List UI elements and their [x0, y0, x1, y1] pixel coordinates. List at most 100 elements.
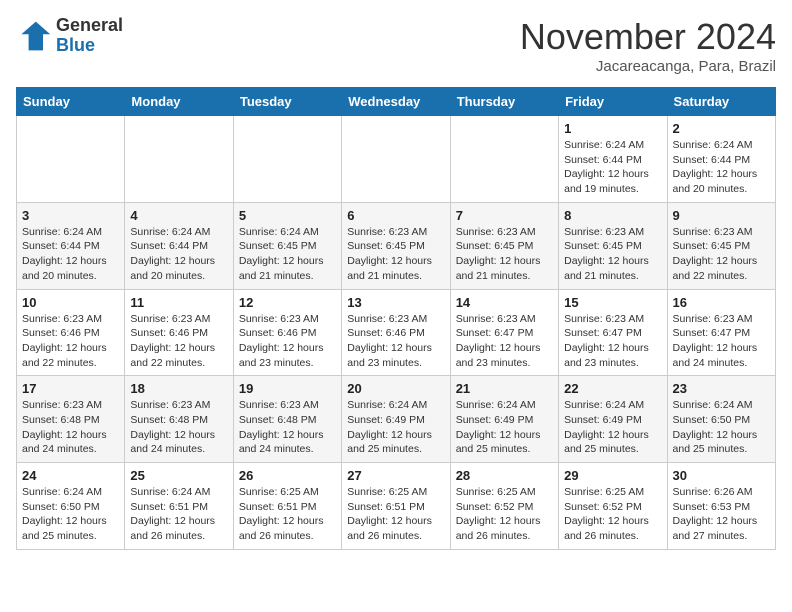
calendar-cell: 12Sunrise: 6:23 AM Sunset: 6:46 PM Dayli…	[233, 289, 341, 376]
day-info: Sunrise: 6:23 AM Sunset: 6:45 PM Dayligh…	[347, 225, 444, 284]
day-header-thursday: Thursday	[450, 88, 558, 116]
calendar-cell: 23Sunrise: 6:24 AM Sunset: 6:50 PM Dayli…	[667, 376, 775, 463]
day-number: 3	[22, 208, 119, 223]
day-number: 11	[130, 295, 227, 310]
day-header-tuesday: Tuesday	[233, 88, 341, 116]
day-header-wednesday: Wednesday	[342, 88, 450, 116]
day-info: Sunrise: 6:26 AM Sunset: 6:53 PM Dayligh…	[673, 485, 770, 544]
calendar-cell: 27 Sunrise: 6:25 AM Sunset: 6:51 PM Dayli…	[342, 463, 450, 550]
calendar-cell: 11 Sunrise: 6:23 AM Sunset: 6:46 PM Dayli…	[125, 289, 233, 376]
day-info: Sunrise: 6:23 AM Sunset: 6:46 PM Dayligh…	[22, 312, 119, 371]
day-info: Sunrise: 6:24 AM Sunset: 6:44 PM Dayligh…	[130, 225, 227, 284]
day-number: 24	[22, 468, 119, 483]
day-header-saturday: Saturday	[667, 88, 775, 116]
calendar-cell: 7 Sunrise: 6:23 AM Sunset: 6:45 PM Daylig…	[450, 202, 558, 289]
day-number: 27	[347, 468, 444, 483]
calendar-cell: 29Sunrise: 6:25 AM Sunset: 6:52 PM Dayli…	[559, 463, 667, 550]
calendar-cell: 30 Sunrise: 6:26 AM Sunset: 6:53 PM Dayli…	[667, 463, 775, 550]
day-number: 1	[564, 121, 661, 136]
day-number: 6	[347, 208, 444, 223]
day-number: 22	[564, 381, 661, 396]
calendar-cell: 28 Sunrise: 6:25 AM Sunset: 6:52 PM Dayli…	[450, 463, 558, 550]
calendar-cell: 20Sunrise: 6:24 AM Sunset: 6:49 PM Dayli…	[342, 376, 450, 463]
day-number: 4	[130, 208, 227, 223]
day-info: Sunrise: 6:23 AM Sunset: 6:47 PM Dayligh…	[564, 312, 661, 371]
calendar-cell	[342, 116, 450, 203]
day-info: Sunrise: 6:24 AM Sunset: 6:49 PM Dayligh…	[456, 398, 553, 457]
calendar-week-row: 3 Sunrise: 6:24 AM Sunset: 6:44 PM Daylig…	[17, 202, 776, 289]
month-title: November 2024	[520, 16, 776, 58]
calendar-cell: 25 Sunrise: 6:24 AM Sunset: 6:51 PM Dayli…	[125, 463, 233, 550]
day-number: 9	[673, 208, 770, 223]
logo-icon	[16, 18, 52, 54]
calendar-cell: 8 Sunrise: 6:23 AM Sunset: 6:45 PM Daylig…	[559, 202, 667, 289]
day-number: 8	[564, 208, 661, 223]
day-number: 29	[564, 468, 661, 483]
day-number: 17	[22, 381, 119, 396]
day-number: 21	[456, 381, 553, 396]
calendar-week-row: 17 Sunrise: 6:23 AM Sunset: 6:48 PM Dayli…	[17, 376, 776, 463]
calendar-cell	[125, 116, 233, 203]
day-info: Sunrise: 6:23 AM Sunset: 6:45 PM Dayligh…	[456, 225, 553, 284]
calendar-cell	[450, 116, 558, 203]
calendar-cell: 18 Sunrise: 6:23 AM Sunset: 6:48 PM Dayli…	[125, 376, 233, 463]
day-info: Sunrise: 6:24 AM Sunset: 6:44 PM Dayligh…	[22, 225, 119, 284]
day-info: Sunrise: 6:23 AM Sunset: 6:46 PM Dayligh…	[239, 312, 336, 371]
day-number: 30	[673, 468, 770, 483]
calendar-cell: 2Sunrise: 6:24 AM Sunset: 6:44 PM Daylig…	[667, 116, 775, 203]
day-number: 28	[456, 468, 553, 483]
calendar-cell: 19Sunrise: 6:23 AM Sunset: 6:48 PM Dayli…	[233, 376, 341, 463]
day-number: 14	[456, 295, 553, 310]
calendar-cell: 6 Sunrise: 6:23 AM Sunset: 6:45 PM Daylig…	[342, 202, 450, 289]
calendar-table: SundayMondayTuesdayWednesdayThursdayFrid…	[16, 87, 776, 550]
day-number: 16	[673, 295, 770, 310]
logo-text: General Blue	[56, 16, 123, 56]
day-info: Sunrise: 6:23 AM Sunset: 6:47 PM Dayligh…	[456, 312, 553, 371]
calendar-week-row: 1 Sunrise: 6:24 AM Sunset: 6:44 PM Daylig…	[17, 116, 776, 203]
calendar-cell: 10Sunrise: 6:23 AM Sunset: 6:46 PM Dayli…	[17, 289, 125, 376]
day-info: Sunrise: 6:23 AM Sunset: 6:47 PM Dayligh…	[673, 312, 770, 371]
day-info: Sunrise: 6:24 AM Sunset: 6:49 PM Dayligh…	[347, 398, 444, 457]
calendar-cell	[233, 116, 341, 203]
day-number: 18	[130, 381, 227, 396]
title-block: November 2024 Jacareacanga, Para, Brazil	[520, 16, 776, 75]
day-info: Sunrise: 6:25 AM Sunset: 6:52 PM Dayligh…	[456, 485, 553, 544]
day-info: Sunrise: 6:24 AM Sunset: 6:44 PM Dayligh…	[564, 138, 661, 197]
calendar-cell: 15 Sunrise: 6:23 AM Sunset: 6:47 PM Dayli…	[559, 289, 667, 376]
day-info: Sunrise: 6:24 AM Sunset: 6:50 PM Dayligh…	[673, 398, 770, 457]
calendar-cell: 21 Sunrise: 6:24 AM Sunset: 6:49 PM Dayli…	[450, 376, 558, 463]
day-info: Sunrise: 6:24 AM Sunset: 6:51 PM Dayligh…	[130, 485, 227, 544]
calendar-cell: 9Sunrise: 6:23 AM Sunset: 6:45 PM Daylig…	[667, 202, 775, 289]
calendar-cell: 5Sunrise: 6:24 AM Sunset: 6:45 PM Daylig…	[233, 202, 341, 289]
day-number: 15	[564, 295, 661, 310]
day-info: Sunrise: 6:23 AM Sunset: 6:46 PM Dayligh…	[130, 312, 227, 371]
day-header-friday: Friday	[559, 88, 667, 116]
calendar-cell: 22Sunrise: 6:24 AM Sunset: 6:49 PM Dayli…	[559, 376, 667, 463]
calendar-cell: 17 Sunrise: 6:23 AM Sunset: 6:48 PM Dayli…	[17, 376, 125, 463]
day-number: 19	[239, 381, 336, 396]
day-info: Sunrise: 6:25 AM Sunset: 6:51 PM Dayligh…	[239, 485, 336, 544]
day-info: Sunrise: 6:24 AM Sunset: 6:44 PM Dayligh…	[673, 138, 770, 197]
calendar-cell: 14 Sunrise: 6:23 AM Sunset: 6:47 PM Dayli…	[450, 289, 558, 376]
calendar-cell: 24 Sunrise: 6:24 AM Sunset: 6:50 PM Dayli…	[17, 463, 125, 550]
day-info: Sunrise: 6:23 AM Sunset: 6:48 PM Dayligh…	[130, 398, 227, 457]
day-info: Sunrise: 6:23 AM Sunset: 6:45 PM Dayligh…	[564, 225, 661, 284]
logo-blue: Blue	[56, 35, 95, 55]
day-number: 25	[130, 468, 227, 483]
calendar-cell: 13 Sunrise: 6:23 AM Sunset: 6:46 PM Dayli…	[342, 289, 450, 376]
logo-general: General	[56, 15, 123, 35]
day-info: Sunrise: 6:24 AM Sunset: 6:50 PM Dayligh…	[22, 485, 119, 544]
calendar-cell: 3 Sunrise: 6:24 AM Sunset: 6:44 PM Daylig…	[17, 202, 125, 289]
calendar-cell: 4 Sunrise: 6:24 AM Sunset: 6:44 PM Daylig…	[125, 202, 233, 289]
location-subtitle: Jacareacanga, Para, Brazil	[520, 58, 776, 75]
calendar-cell: 26Sunrise: 6:25 AM Sunset: 6:51 PM Dayli…	[233, 463, 341, 550]
day-number: 13	[347, 295, 444, 310]
calendar-header-row: SundayMondayTuesdayWednesdayThursdayFrid…	[17, 88, 776, 116]
day-header-sunday: Sunday	[17, 88, 125, 116]
day-info: Sunrise: 6:25 AM Sunset: 6:51 PM Dayligh…	[347, 485, 444, 544]
day-number: 7	[456, 208, 553, 223]
day-info: Sunrise: 6:23 AM Sunset: 6:48 PM Dayligh…	[22, 398, 119, 457]
day-info: Sunrise: 6:23 AM Sunset: 6:46 PM Dayligh…	[347, 312, 444, 371]
day-info: Sunrise: 6:24 AM Sunset: 6:45 PM Dayligh…	[239, 225, 336, 284]
calendar-cell: 1 Sunrise: 6:24 AM Sunset: 6:44 PM Daylig…	[559, 116, 667, 203]
